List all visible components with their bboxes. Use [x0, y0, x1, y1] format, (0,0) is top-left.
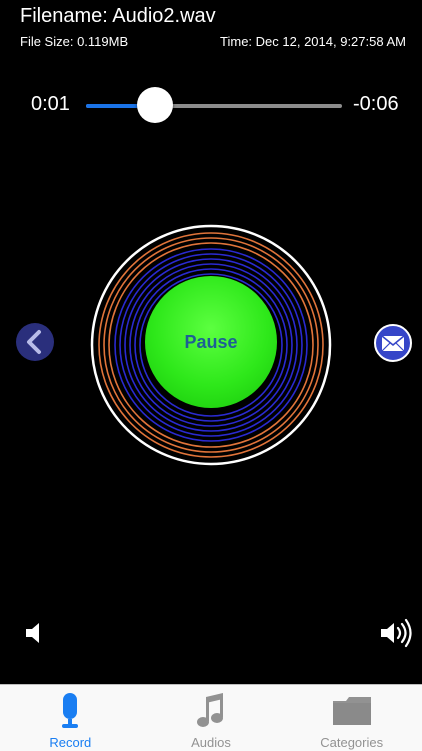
previous-button[interactable] — [16, 323, 54, 361]
file-size-label: File Size: 0.119MB — [20, 34, 129, 49]
file-meta-row: File Size: 0.119MB Time: Dec 12, 2014, 9… — [20, 34, 406, 49]
folder-icon — [332, 697, 371, 725]
envelope-icon — [381, 335, 405, 352]
tab-bar: Record Audios Categories — [0, 684, 422, 751]
tab-audios[interactable]: Audios — [141, 685, 282, 751]
tab-record[interactable]: Record — [0, 685, 141, 751]
chevron-left-icon — [27, 330, 41, 354]
share-email-button[interactable] — [374, 324, 412, 362]
filename-label: Filename: Audio2.wav — [20, 5, 216, 27]
file-time-label: Time: Dec 12, 2014, 9:27:58 AM — [220, 34, 406, 49]
pause-button[interactable]: Pause — [145, 276, 277, 408]
remaining-time-label: -0:06 — [353, 93, 399, 115]
playback-slider[interactable] — [86, 87, 342, 123]
microphone-icon — [62, 693, 79, 728]
music-note-icon — [197, 693, 223, 727]
speaker-loud-icon[interactable] — [380, 618, 414, 648]
file-info-header: Filename: Audio2.wav File Size: 0.119MB … — [20, 4, 414, 49]
tab-categories[interactable]: Categories — [281, 685, 422, 751]
tab-audios-label: Audios — [191, 735, 231, 750]
tab-categories-label: Categories — [320, 735, 384, 750]
current-time-label: 0:01 — [31, 93, 70, 115]
tab-record-label: Record — [49, 735, 92, 750]
slider-thumb[interactable] — [137, 87, 174, 123]
speaker-icon[interactable] — [24, 620, 44, 646]
